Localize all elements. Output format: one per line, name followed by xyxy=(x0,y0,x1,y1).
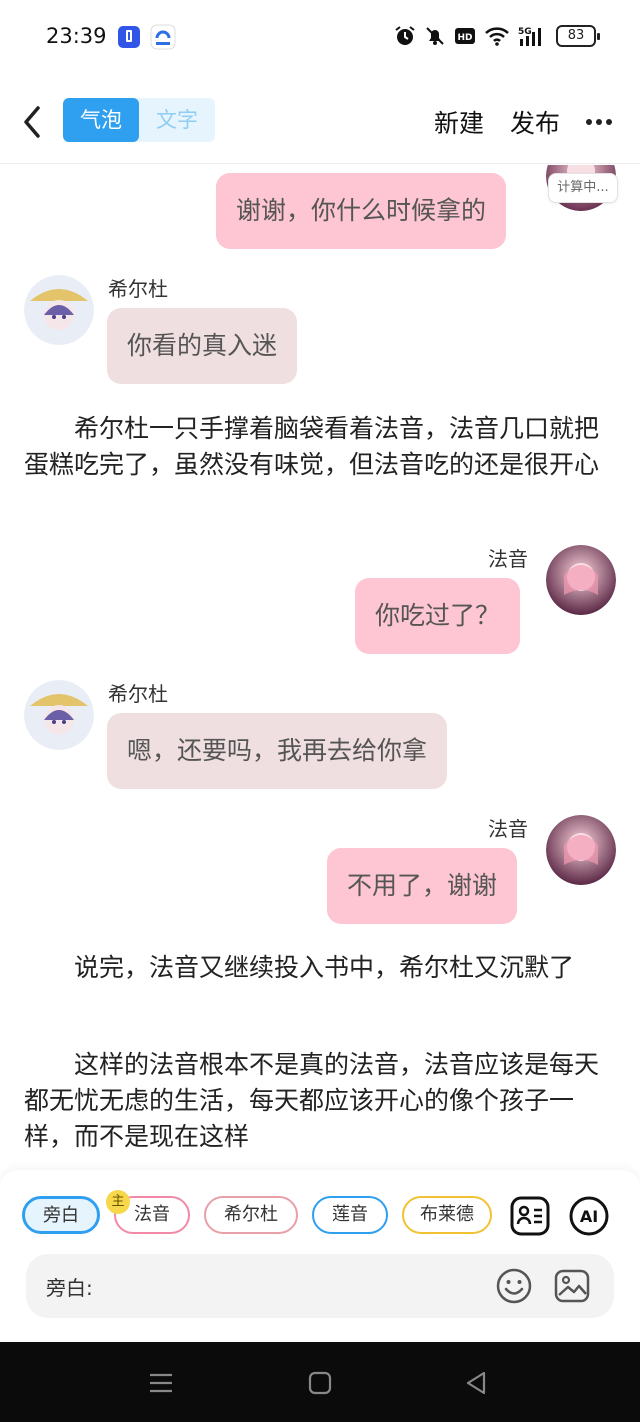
smiley-icon xyxy=(496,1268,532,1304)
publish-button[interactable]: 发布 xyxy=(510,104,560,140)
more-dots-icon xyxy=(586,119,612,125)
avatar-fayin[interactable] xyxy=(546,815,616,885)
tab-bubble[interactable]: 气泡 xyxy=(63,98,139,142)
battery-indicator: 83 xyxy=(556,25,600,47)
tab-text[interactable]: 文字 xyxy=(139,98,215,142)
message-bubble[interactable]: 你吃过了？ xyxy=(355,578,521,654)
hd-icon: HD xyxy=(455,28,475,44)
emoji-button[interactable] xyxy=(496,1268,532,1304)
home-square-icon xyxy=(308,1371,332,1395)
ai-label: AI xyxy=(580,1207,598,1226)
new-button[interactable]: 新建 xyxy=(434,104,484,140)
narration-text[interactable]: 希尔杜一只手撑着脑袋看着法音，法音几口就把蛋糕吃完了，虽然没有味觉，但法音吃的还… xyxy=(24,411,616,483)
more-button[interactable] xyxy=(584,102,614,142)
narration-text[interactable]: 说完，法音又继续投入书中，希尔杜又沉默了 xyxy=(24,950,616,986)
speaker-name: 法音 xyxy=(488,817,528,841)
role-chip-xierdu[interactable]: 希尔杜 xyxy=(204,1196,298,1234)
input-role-label: 旁白: xyxy=(46,1276,93,1300)
message-input-box: 旁白: xyxy=(26,1254,614,1318)
avatar-xierdu[interactable] xyxy=(24,680,94,750)
app-notification-icon-2 xyxy=(150,24,176,50)
mute-icon xyxy=(426,27,444,45)
menu-lines-icon xyxy=(150,1373,172,1393)
composer-panel: 旁白 法音 主 希尔杜 莲音 布莱德 AI 旁白: xyxy=(0,1170,640,1342)
avatar-fayin[interactable] xyxy=(546,545,616,615)
role-chip-lianyin[interactable]: 莲音 xyxy=(312,1196,388,1234)
menu-button[interactable] xyxy=(148,1370,174,1396)
back-button[interactable] xyxy=(18,102,48,142)
message-bubble[interactable]: 嗯，还要吗，我再去给你拿 xyxy=(107,713,448,789)
chat-area[interactable]: 计算中... 谢谢，你什么时候拿的 希尔杜 你看的真入迷 希尔杜一只手撑着脑袋看… xyxy=(0,165,640,1170)
svg-text:HD: HD xyxy=(457,33,472,43)
speaker-name: 法音 xyxy=(488,547,528,571)
message-bubble[interactable]: 不用了，谢谢 xyxy=(327,848,518,924)
message-bubble[interactable]: 谢谢，你什么时候拿的 xyxy=(216,173,507,249)
role-chip-bulaide[interactable]: 布莱德 xyxy=(402,1196,492,1234)
status-time: 23:39 xyxy=(46,24,107,48)
status-bar: 23:39 HD 5G 83 xyxy=(0,0,640,72)
narration-text[interactable]: 这样的法音根本不是真的法音，法音应该是每天都无忧无虑的生活，每天都应该开心的像个… xyxy=(24,1047,616,1155)
app-notification-icon xyxy=(118,26,140,48)
role-chip-narrator[interactable]: 旁白 xyxy=(22,1196,100,1234)
home-button[interactable] xyxy=(307,1370,333,1396)
calculating-badge: 计算中... xyxy=(548,173,618,203)
role-manage-button[interactable] xyxy=(510,1196,550,1236)
speaker-name: 希尔杜 xyxy=(108,277,168,301)
image-icon xyxy=(554,1269,590,1303)
image-button[interactable] xyxy=(554,1268,590,1304)
svg-text:5G: 5G xyxy=(518,27,532,37)
message-bubble[interactable]: 你看的真入迷 xyxy=(107,308,298,384)
wifi-icon xyxy=(485,27,509,46)
host-badge: 主 xyxy=(106,1190,130,1214)
contact-card-icon xyxy=(510,1196,550,1236)
top-nav: 气泡 文字 新建 发布 xyxy=(0,80,640,164)
ai-button[interactable]: AI xyxy=(569,1196,609,1236)
speaker-name: 希尔杜 xyxy=(108,682,168,706)
system-nav-bar xyxy=(0,1342,640,1422)
message-input[interactable] xyxy=(106,1268,486,1304)
back-triangle-icon xyxy=(466,1371,486,1395)
avatar-xierdu[interactable] xyxy=(24,275,94,345)
chevron-left-icon xyxy=(24,106,40,138)
alarm-icon xyxy=(395,26,415,45)
5g-signal-icon: 5G xyxy=(518,27,541,46)
mode-toggle: 气泡 文字 xyxy=(63,98,215,142)
back-nav-button[interactable] xyxy=(464,1370,490,1396)
